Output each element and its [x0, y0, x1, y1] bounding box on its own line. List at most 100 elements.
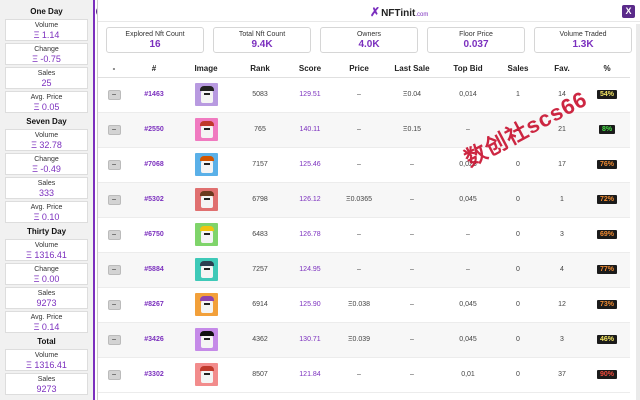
id-cell: #5302 — [130, 182, 178, 218]
remove-cell: − — [98, 77, 130, 113]
price-cell: – — [334, 357, 384, 393]
sidebar-stat-value: Ξ 1316.41 — [26, 360, 67, 370]
column-header[interactable]: Image — [178, 60, 234, 78]
sidebar-section-title: Seven Day — [26, 117, 67, 126]
vertical-scrollbar[interactable] — [636, 24, 640, 400]
close-icon[interactable]: X — [622, 5, 635, 18]
nft-eye-shape — [203, 373, 210, 375]
nft-thumbnail[interactable] — [194, 188, 218, 211]
column-header[interactable]: Top Bid — [440, 60, 496, 78]
nft-hat-shape — [199, 366, 214, 371]
top-bid-cell: 0,045 — [440, 322, 496, 358]
sidebar-stat-label: Sales — [37, 290, 56, 297]
fav-cell: 1 — [540, 182, 584, 218]
remove-row-button[interactable]: − — [107, 299, 121, 310]
remove-row-button[interactable]: − — [107, 334, 121, 345]
price-cell: – — [334, 77, 384, 113]
column-header[interactable]: Rank — [234, 60, 286, 78]
nft-id-link[interactable]: #6750 — [144, 231, 163, 238]
nft-thumbnail[interactable] — [194, 328, 218, 351]
remove-row-button[interactable]: − — [107, 369, 121, 380]
stat-value: 0.037 — [463, 39, 489, 50]
nft-id-link[interactable]: #5302 — [144, 196, 163, 203]
remove-row-button[interactable]: − — [107, 159, 121, 170]
nft-id-link[interactable]: #7068 — [144, 161, 163, 168]
nft-id-link[interactable]: #3426 — [144, 336, 163, 343]
remove-row-button[interactable]: − — [107, 89, 121, 100]
remove-row-button[interactable]: − — [107, 124, 121, 135]
remove-cell: − — [98, 357, 130, 393]
table-row: − #7068 7157 125.46– –0,023 0 17 76% — [98, 147, 630, 183]
sales-cell: 0 — [496, 357, 540, 393]
last-sale-cell: – — [384, 217, 440, 253]
nft-id-link[interactable]: #2550 — [144, 126, 163, 133]
sidebar-stat-value: Ξ 0.14 — [33, 322, 60, 332]
nft-id-link[interactable]: #5884 — [144, 266, 163, 273]
nft-id-link[interactable]: #1463 — [144, 91, 163, 98]
table-row: − #3302 8507 121.84– –0,01 0 37 90% — [98, 357, 630, 393]
stat-label: Volume Traded — [559, 31, 607, 38]
percent-cell: 46% — [584, 322, 630, 358]
nft-id-link[interactable]: #3302 — [144, 371, 163, 378]
id-cell: #5884 — [130, 252, 178, 288]
price-cell: Ξ0.038 — [334, 287, 384, 323]
nft-thumbnail[interactable] — [194, 363, 218, 386]
nft-hat-shape — [199, 156, 214, 161]
remove-row-button[interactable]: − — [107, 194, 121, 205]
last-sale-cell: – — [384, 252, 440, 288]
stat-card: Total Nft Count 9.4K — [213, 27, 311, 53]
column-header[interactable]: - — [98, 60, 130, 78]
table-row: − #5884 7257 124.95– – –0 4 77% — [98, 252, 630, 288]
score-cell: 121.84 — [286, 357, 334, 393]
fav-cell: 17 — [540, 147, 584, 183]
nft-hat-shape — [199, 191, 214, 196]
sidebar-stat-value: 9273 — [36, 298, 57, 308]
score-cell: 125.46 — [286, 147, 334, 183]
percent-cell: 73% — [584, 287, 630, 323]
table-row: − #8267 6914 125.90 Ξ0.038–0,045 0 12 73% — [98, 287, 630, 323]
column-header[interactable]: Price — [334, 60, 384, 78]
score-cell: 126.12 — [286, 182, 334, 218]
nft-thumbnail[interactable] — [194, 293, 218, 316]
top-bar: ✗NFTinit.com X — [98, 0, 640, 22]
percent-cell: 90% — [584, 357, 630, 393]
price-cell: – — [334, 147, 384, 183]
score-cell: 124.95 — [286, 252, 334, 288]
id-cell: #8267 — [130, 287, 178, 323]
nft-eye-shape — [203, 233, 210, 235]
column-header[interactable]: % — [584, 60, 630, 78]
image-cell — [178, 357, 234, 393]
percent-cell: 77% — [584, 252, 630, 288]
sidebar-stat-label: Sales — [37, 376, 56, 383]
nft-thumbnail[interactable] — [194, 223, 218, 246]
column-header[interactable]: Fav. — [540, 60, 584, 78]
last-sale-cell: – — [384, 147, 440, 183]
remove-cell: − — [98, 147, 130, 183]
remove-row-button[interactable]: − — [107, 229, 121, 240]
sidebar-stat-value: 333 — [38, 188, 55, 198]
sidebar-stat-label: Avg. Price — [30, 314, 63, 321]
nft-hat-shape — [199, 261, 214, 266]
image-cell — [178, 112, 234, 148]
nft-id-link[interactable]: #8267 — [144, 301, 163, 308]
stat-label: Explored Nft Count — [125, 31, 185, 38]
top-bid-cell: 0,045 — [440, 287, 496, 323]
image-cell — [178, 182, 234, 218]
rank-cell: 6483 — [234, 217, 286, 253]
nft-thumbnail[interactable] — [194, 258, 218, 281]
nft-thumbnail[interactable] — [194, 153, 218, 176]
remove-row-button[interactable]: − — [107, 264, 121, 275]
nft-thumbnail[interactable] — [194, 118, 218, 141]
column-header[interactable]: # — [130, 60, 178, 78]
top-bid-cell: 0,014 — [440, 77, 496, 113]
nft-eye-shape — [203, 338, 210, 340]
column-header[interactable]: Score — [286, 60, 334, 78]
nft-thumbnail[interactable] — [194, 83, 218, 106]
sidebar-stat-label: Avg. Price — [30, 204, 63, 211]
sidebar-stat-value: 9273 — [36, 384, 57, 394]
stat-label: Total Nft Count — [238, 31, 286, 38]
fav-cell: 37 — [540, 357, 584, 393]
score-cell: 125.90 — [286, 287, 334, 323]
column-header[interactable]: Last Sale — [384, 60, 440, 78]
column-header[interactable]: Sales — [496, 60, 540, 78]
